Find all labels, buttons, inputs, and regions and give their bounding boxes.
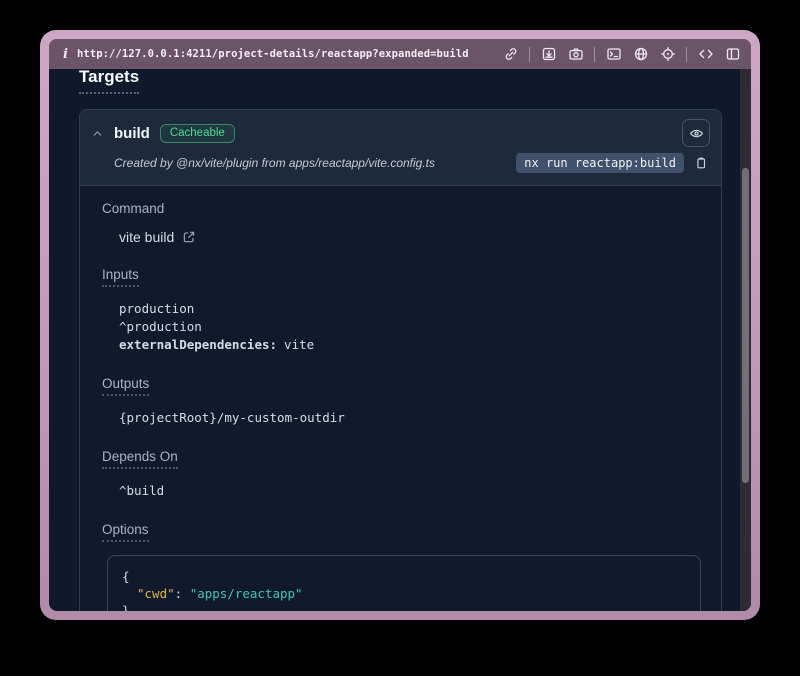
camera-icon[interactable] [567, 46, 584, 63]
json-string-value: "apps/reactapp" [190, 586, 303, 601]
command-value-link[interactable]: vite build [119, 229, 707, 245]
code-icon[interactable] [697, 46, 714, 63]
output-item: {projectRoot}/my-custom-outdir [119, 409, 707, 427]
inputs-section-label: Inputs [102, 267, 139, 287]
toolbar-separator [594, 47, 595, 62]
external-link-icon[interactable] [182, 230, 196, 244]
browser-window-frame: i http://127.0.0.1:4211/project-details/… [40, 30, 760, 620]
input-item: production [119, 300, 707, 318]
chevron-up-icon[interactable] [91, 127, 104, 140]
build-header-subrow: Created by @nx/vite/plugin from apps/rea… [91, 152, 710, 174]
depends-on-item: ^build [119, 482, 707, 500]
input-kv-key: externalDependencies: [119, 337, 277, 352]
input-item: ^production [119, 318, 707, 336]
created-by-note: Created by @nx/vite/plugin from apps/rea… [114, 156, 435, 170]
options-section-label: Options [102, 522, 149, 542]
build-card-header: build Cacheable Created by @nx/vite/plug… [80, 110, 721, 185]
copy-command-button[interactable] [692, 154, 710, 172]
eye-icon [689, 126, 704, 141]
command-value[interactable]: vite build [119, 229, 174, 245]
build-card-body: Command vite build Inputs production ^pr… [80, 185, 721, 611]
screenshot-save-icon[interactable] [540, 46, 557, 63]
browser-toolbar [502, 46, 741, 63]
target-card-build: build Cacheable Created by @nx/vite/plug… [79, 109, 722, 611]
json-separator: : [175, 586, 190, 601]
input-external-dependencies: externalDependencies: vite [119, 336, 707, 354]
terminal-icon[interactable] [605, 46, 622, 63]
options-json-block: { "cwd": "apps/reactapp" } [107, 555, 701, 611]
build-header-row[interactable]: build Cacheable [91, 119, 710, 147]
link-icon[interactable] [502, 46, 519, 63]
cacheable-badge: Cacheable [160, 124, 235, 143]
depends-on-section-label: Depends On [102, 449, 178, 469]
scrollbar-track[interactable] [740, 69, 751, 611]
toolbar-separator [529, 47, 530, 62]
command-section-label: Command [102, 201, 707, 216]
json-key: "cwd" [137, 586, 175, 601]
page-title: Targets [79, 69, 139, 94]
json-line-close: } [122, 602, 686, 611]
info-icon[interactable]: i [63, 47, 68, 62]
toolbar-separator [686, 47, 687, 62]
copy-icon [694, 156, 708, 170]
view-target-graph-button[interactable] [682, 119, 710, 147]
globe-icon[interactable] [632, 46, 649, 63]
json-line-open: { [122, 568, 686, 585]
browser-topbar: i http://127.0.0.1:4211/project-details/… [49, 39, 751, 69]
split-panel-icon[interactable] [724, 46, 741, 63]
input-kv-value: vite [284, 337, 314, 352]
project-details-page: Targets build Cacheable [49, 69, 740, 611]
scrollbar-thumb[interactable] [742, 168, 749, 483]
target-name: build [114, 125, 150, 142]
json-line-cwd: "cwd": "apps/reactapp" [122, 585, 686, 602]
outputs-section-label: Outputs [102, 376, 149, 396]
target-icon[interactable] [659, 46, 676, 63]
browser-viewport: i http://127.0.0.1:4211/project-details/… [49, 39, 751, 611]
run-command-chip[interactable]: nx run reactapp:build [516, 153, 684, 173]
page-area: Targets build Cacheable [49, 69, 751, 611]
address-url[interactable]: http://127.0.0.1:4211/project-details/re… [77, 48, 493, 60]
